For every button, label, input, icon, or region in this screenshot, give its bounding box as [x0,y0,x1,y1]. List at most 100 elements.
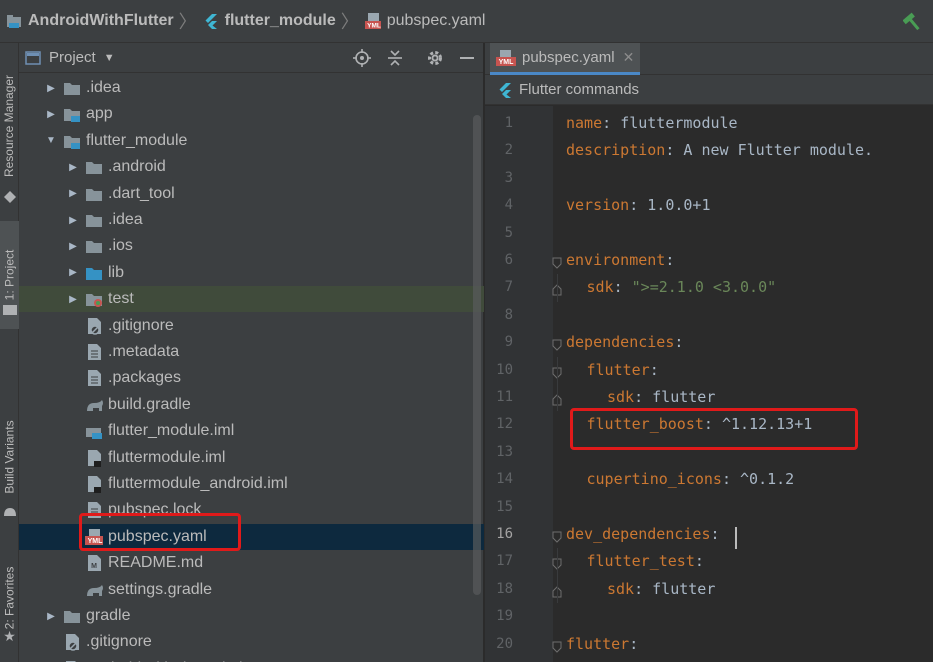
flutter-icon [497,82,513,98]
chevron-right-icon[interactable]: ▶ [45,75,57,101]
line-number: 2 [504,142,513,159]
chevron-right-icon[interactable]: ▶ [67,233,79,259]
tree-item-lib[interactable]: ▶ lib [19,260,484,286]
line-number: 17 [496,553,513,570]
tree-item-flutter-module[interactable]: ▼ flutter_module [19,128,484,154]
yaml-key: dev_dependencies [566,525,711,543]
yaml-value: ">=2.1.0 <3.0.0" [631,278,777,297]
tree-item-readme-md[interactable]: M README.md [19,550,484,576]
test-folder-icon [85,290,103,308]
tree-item-dart-tool[interactable]: ▶ .dart_tool [19,181,484,207]
code-line: description: A new Flutter module. [566,137,873,164]
yaml-key: dependencies [566,333,675,352]
flutter-commands-link[interactable]: Flutter commands [519,81,639,98]
chevron-right-icon[interactable]: ▶ [67,154,79,180]
tree-item-fluttermodule-iml[interactable]: fluttermodule.iml [19,445,484,471]
tree-item-label: flutter_module [86,131,188,149]
tab-resource-manager[interactable]: Resource Manager [0,61,19,191]
tab-build-variants[interactable]: Build Variants [0,403,19,511]
tree-item-label: .idea [86,79,121,96]
line-number: 5 [504,224,513,241]
chevron-down-icon[interactable]: ▼ [45,128,57,154]
editor-tab-bar: YML pubspec.yaml ✕ [485,43,933,75]
tree-item-label: .ios [108,237,133,255]
code-line: flutter: [587,357,659,384]
tree-item-settings-gradle[interactable]: settings.gradle [19,577,484,603]
chevron-right-icon[interactable]: ▶ [67,286,79,312]
yaml-separator: : [634,579,653,598]
line-number: 6 [504,252,513,268]
tab-favorites[interactable]: 2: Favorites [0,558,19,638]
tree-item-androidwithflutter-iml[interactable]: AndroidWithFlutter.iml [19,656,484,662]
build-hammer-icon[interactable] [902,12,923,32]
line-number: 4 [504,197,513,214]
tree-item-ios[interactable]: ▶ .ios [19,233,484,259]
tree-item-idea[interactable]: ▶ .idea [19,207,484,233]
tab-build-variants-label: Build Variants [2,420,17,494]
fold-marker-icon[interactable] [551,337,563,351]
tree-item-build-gradle[interactable]: build.gradle [19,392,484,418]
tree-item-flutter-module-iml[interactable]: flutter_module.iml [19,418,484,444]
collapse-all-icon[interactable] [385,48,405,68]
locate-file-icon[interactable] [352,48,372,68]
line-number: 1 [504,115,513,131]
line-number: 13 [496,443,513,460]
project-view-selector[interactable]: Project ▼ [25,49,115,66]
code-line: sdk: flutter [607,384,715,411]
yaml-separator: : [721,470,741,489]
chevron-right-icon[interactable]: ▶ [67,260,79,286]
close-icon[interactable]: ✕ [623,49,635,66]
chevron-right-icon[interactable]: ▶ [67,207,79,233]
project-tree-scrollbar[interactable] [473,115,481,595]
breadcrumb-file-label: pubspec.yaml [386,12,486,29]
chevron-right-icon[interactable]: ▶ [45,603,57,629]
chevron-right-icon[interactable]: ▶ [45,101,57,127]
fold-marker-icon[interactable] [551,529,563,543]
code-line: sdk: flutter [607,576,715,603]
code-editor[interactable]: 1 name: fluttermodule 2 description: A new … [485,106,933,662]
hide-panel-icon[interactable] [457,48,477,68]
breadcrumb-project-label: AndroidWithFlutter [28,12,174,29]
breadcrumb-project[interactable]: AndroidWithFlutter 〉 [6,0,203,43]
chevron-right-icon[interactable]: ▶ [67,181,79,207]
tree-item-test[interactable]: ▶ test [19,286,484,313]
line-number: 20 [496,635,513,652]
breadcrumb-module[interactable]: flutter_module 〉 [203,0,365,43]
yaml-separator: : [629,196,648,215]
tree-item-fluttermodule-android-iml[interactable]: fluttermodule_android.iml [19,471,484,497]
yaml-separator: : [665,141,684,160]
tree-item-label: .android [108,158,166,176]
fold-marker-icon[interactable] [551,255,563,269]
project-tab-folder-icon [0,301,19,317]
folder-icon [85,237,103,255]
yaml-separator: : [674,333,684,352]
tree-item-metadata[interactable]: .metadata [19,339,484,365]
tree-item-packages[interactable]: .packages [19,365,484,391]
tree-item-label: .packages [108,369,181,387]
annotation-highlight-flutter-boost [570,408,858,450]
yaml-key: flutter [586,360,650,379]
tree-item-gitignore[interactable]: .gitignore [19,629,484,655]
yaml-key: flutter_test [586,552,695,571]
fold-marker-icon[interactable] [551,639,563,653]
navigation-bar: AndroidWithFlutter 〉 flutter_module 〉 YM… [0,0,933,43]
tab-pubspec-yaml[interactable]: YML pubspec.yaml ✕ [490,43,641,75]
tree-item-android[interactable]: ▶ .android [19,154,484,180]
gear-icon[interactable] [425,48,445,68]
code-line: sdk: ">=2.1.0 <3.0.0" [587,274,777,301]
yaml-key: name [566,114,603,132]
ignore-file-icon [63,633,81,652]
tree-item-idea[interactable]: ▶ .idea [19,75,484,101]
tree-item-gitignore[interactable]: .gitignore [19,313,484,339]
tree-item-label: fluttermodule_android.iml [108,475,288,492]
gradle-icon [85,581,103,599]
tree-item-gradle[interactable]: ▶ gradle [19,603,484,629]
tree-item-app[interactable]: ▶ app [19,101,484,127]
code-line: name: fluttermodule [566,110,738,137]
breadcrumb-file[interactable]: YML pubspec.yaml [364,0,486,43]
